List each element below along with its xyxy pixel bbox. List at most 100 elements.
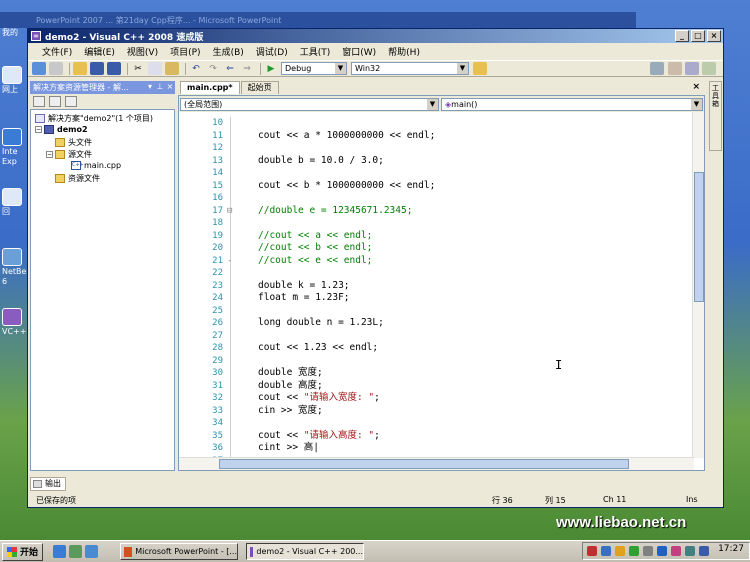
- code-line[interactable]: 27: [179, 330, 694, 342]
- code-line[interactable]: 16: [179, 192, 694, 204]
- scroll-thumb[interactable]: [219, 459, 629, 469]
- code-line[interactable]: 17 ⊟ //double e = 12345671.2345;: [179, 205, 694, 217]
- add-item-icon[interactable]: [49, 62, 63, 75]
- copy-icon[interactable]: [148, 62, 162, 75]
- navigate-back-icon[interactable]: ⇐: [223, 62, 237, 75]
- show-desktop-icon[interactable]: [69, 545, 83, 558]
- dropdown-icon[interactable]: ▾: [145, 82, 155, 92]
- code-line[interactable]: 21- //cout << e << endl;: [179, 255, 694, 267]
- tray-app-icon[interactable]: [699, 546, 709, 556]
- desktop-icon-recycle[interactable]: 回: [2, 188, 28, 217]
- scroll-thumb[interactable]: [694, 172, 704, 302]
- tray-app-icon[interactable]: [587, 546, 597, 556]
- close-button[interactable]: ×: [707, 30, 721, 42]
- code-line[interactable]: 20 //cout << b << endl;: [179, 242, 694, 254]
- menu-project[interactable]: 项目(P): [164, 45, 206, 58]
- pin-icon[interactable]: ⊥: [155, 82, 165, 92]
- code-line[interactable]: 33 cin >> 宽度;: [179, 405, 694, 417]
- start-button[interactable]: 开始: [2, 542, 44, 561]
- menu-edit[interactable]: 编辑(E): [78, 45, 121, 58]
- code-line[interactable]: 30 double 宽度;: [179, 367, 694, 379]
- code-line[interactable]: 24 float m = 1.23F;: [179, 292, 694, 304]
- network-icon[interactable]: [657, 546, 667, 556]
- desktop-icon-netbeans[interactable]: NetBe 6: [2, 248, 28, 287]
- window-titlebar[interactable]: ∞ demo2 - Visual C++ 2008 速成版 _ □ ×: [28, 29, 723, 43]
- tree-item-project[interactable]: − demo2: [35, 125, 88, 134]
- code-line[interactable]: 31 double 高度;: [179, 380, 694, 392]
- solution-explorer-icon[interactable]: [650, 62, 664, 75]
- code-line[interactable]: 23 double k = 1.23;: [179, 280, 694, 292]
- menu-debug[interactable]: 调试(D): [250, 45, 294, 58]
- cut-icon[interactable]: ✂: [131, 62, 145, 75]
- volume-icon[interactable]: [643, 546, 653, 556]
- find-in-files-icon[interactable]: [473, 62, 487, 75]
- media-player-icon[interactable]: [85, 545, 99, 558]
- start-debugging-icon[interactable]: ▶: [264, 62, 278, 75]
- menu-tools[interactable]: 工具(T): [294, 45, 337, 58]
- minimize-button[interactable]: _: [675, 30, 689, 42]
- collapse-icon[interactable]: −: [46, 151, 53, 158]
- undo-icon[interactable]: ↶: [189, 62, 203, 75]
- tree-item-main-cpp[interactable]: C++ main.cpp: [71, 161, 121, 170]
- toolbox-side-tab[interactable]: 工具箱: [709, 81, 722, 151]
- tray-app-icon[interactable]: [629, 546, 639, 556]
- tree-item-header-files[interactable]: 头文件: [55, 137, 92, 148]
- fold-marker-icon[interactable]: ⊟: [227, 205, 232, 217]
- tray-app-icon[interactable]: [671, 546, 681, 556]
- save-all-icon[interactable]: [107, 62, 121, 75]
- desktop-icon-network[interactable]: 网上: [2, 66, 28, 95]
- code-area[interactable]: 10 11 cout << a * 1000000000 << endl; 12 13 d…: [179, 117, 694, 458]
- refresh-icon[interactable]: [65, 96, 77, 107]
- code-line[interactable]: 18: [179, 217, 694, 229]
- menu-help[interactable]: 帮助(H): [382, 45, 426, 58]
- tray-app-icon[interactable]: [685, 546, 695, 556]
- solution-explorer-title[interactable]: 解决方案资源管理器 - 解... ▾ ⊥ ×: [30, 81, 175, 94]
- code-editor[interactable]: (全局范围) ▼ ◈main() ▼ 10 11 cout << a * 10000…: [178, 95, 705, 471]
- properties-icon[interactable]: [33, 96, 45, 107]
- code-line[interactable]: 34: [179, 417, 694, 429]
- collapse-icon[interactable]: −: [35, 126, 42, 133]
- maximize-button[interactable]: □: [691, 30, 705, 42]
- tab-output[interactable]: 输出: [30, 476, 66, 491]
- toolbox-icon[interactable]: [685, 62, 699, 75]
- code-line[interactable]: 12: [179, 142, 694, 154]
- code-line[interactable]: 22: [179, 267, 694, 279]
- menu-file[interactable]: 文件(F): [36, 45, 78, 58]
- member-select[interactable]: ◈main() ▼: [441, 97, 703, 111]
- tab-main-cpp[interactable]: main.cpp*: [180, 81, 240, 94]
- tab-start-page[interactable]: 起始页: [240, 81, 279, 94]
- close-icon[interactable]: ×: [165, 82, 175, 92]
- code-line[interactable]: 10: [179, 117, 694, 129]
- solution-platform-select[interactable]: Win32 ▼: [351, 62, 469, 75]
- code-line[interactable]: 25: [179, 305, 694, 317]
- code-line[interactable]: 35 cout << "请输入高度: ";: [179, 430, 694, 442]
- horizontal-scrollbar[interactable]: [179, 457, 694, 470]
- menu-build[interactable]: 生成(B): [207, 45, 250, 58]
- tray-app-icon[interactable]: [601, 546, 611, 556]
- solution-configuration-select[interactable]: Debug ▼: [281, 62, 347, 75]
- task-visual-cpp[interactable]: demo2 - Visual C++ 200...: [246, 543, 365, 560]
- tree-item-solution[interactable]: 解决方案"demo2"(1 个项目): [35, 113, 153, 124]
- vertical-scrollbar[interactable]: [692, 112, 704, 458]
- fold-marker-icon[interactable]: -: [227, 255, 232, 267]
- code-line[interactable]: 32 cout << "请输入宽度: ";: [179, 392, 694, 404]
- save-icon[interactable]: [90, 62, 104, 75]
- tree-item-resource-files[interactable]: 资源文件: [55, 173, 100, 184]
- tree-item-source-files[interactable]: − 源文件: [46, 149, 92, 160]
- code-line[interactable]: 11 cout << a * 1000000000 << endl;: [179, 130, 694, 142]
- redo-icon[interactable]: ↷: [206, 62, 220, 75]
- close-tab-icon[interactable]: ×: [692, 82, 700, 92]
- desktop-icon-vc[interactable]: VC++: [2, 308, 28, 337]
- scope-select[interactable]: (全局范围) ▼: [180, 97, 439, 111]
- navigate-forward-icon[interactable]: ⇒: [240, 62, 254, 75]
- ie-icon[interactable]: [53, 545, 67, 558]
- code-line[interactable]: 36 cint >> 高|: [179, 442, 694, 454]
- code-line[interactable]: 26 long double n = 1.23L;: [179, 317, 694, 329]
- show-all-files-icon[interactable]: [49, 96, 61, 107]
- paste-icon[interactable]: [165, 62, 179, 75]
- properties-icon[interactable]: [668, 62, 682, 75]
- code-line[interactable]: 15 cout << b * 1000000000 << endl;: [179, 180, 694, 192]
- start-page-icon[interactable]: [702, 62, 716, 75]
- desktop-icon-ie[interactable]: Inte Exp: [2, 128, 28, 167]
- code-line[interactable]: 19 //cout << a << endl;: [179, 230, 694, 242]
